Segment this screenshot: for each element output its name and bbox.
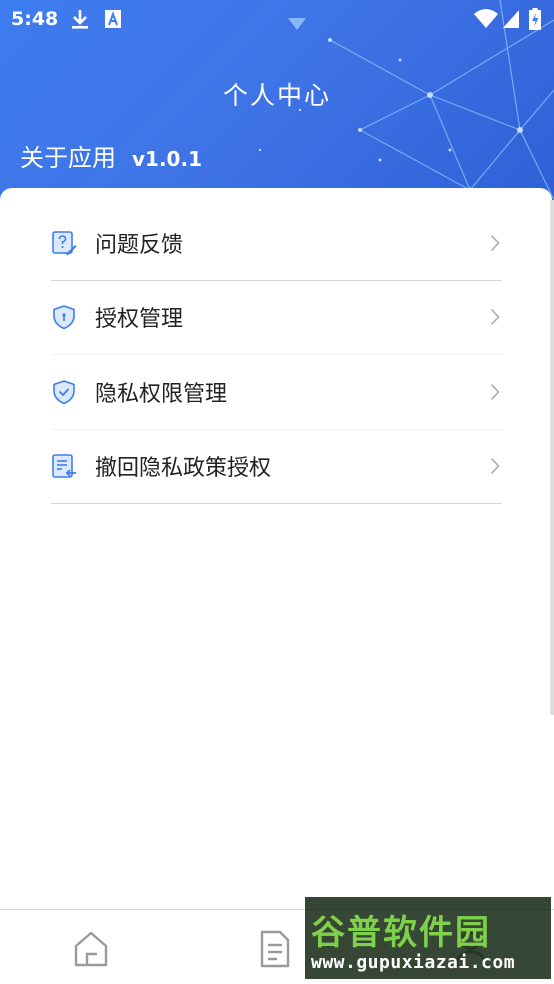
shield-check-icon	[53, 379, 75, 405]
wifi-icon	[474, 9, 498, 28]
signal-icon	[503, 10, 519, 28]
menu-item-label: 授权管理	[95, 307, 184, 333]
a-notification-icon	[105, 10, 121, 28]
status-time: 5:48	[11, 8, 59, 30]
menu-item-feedback[interactable]: 问题反馈	[51, 206, 502, 281]
menu-item-privacy-permissions[interactable]: 隐私权限管理	[51, 355, 502, 430]
battery-icon	[529, 8, 541, 30]
document-icon[interactable]	[258, 930, 290, 968]
menu-item-revoke-privacy[interactable]: 撤回隐私政策授权	[51, 430, 502, 504]
menu-item-label: 问题反馈	[95, 232, 184, 258]
scrollbar[interactable]	[550, 200, 554, 715]
shield-icon	[53, 305, 75, 330]
chevron-right-icon	[490, 458, 500, 475]
watermark-title: 谷普软件园	[311, 913, 491, 953]
app-version: v1.0.1	[132, 147, 202, 171]
menu-item-label: 隐私权限管理	[95, 381, 228, 407]
about-app-label: 关于应用	[20, 144, 116, 172]
revoke-document-icon	[52, 454, 76, 479]
download-icon	[72, 10, 88, 29]
page-title: 个人中心	[222, 81, 331, 110]
watermark-url: www.gupuxiazai.com	[311, 952, 516, 973]
feedback-icon	[52, 230, 77, 256]
menu-item-authorization[interactable]: 授权管理	[51, 281, 502, 355]
watermark-logo: 谷普软件园 www.gupuxiazai.com	[305, 897, 551, 979]
about-app[interactable]: 关于应用 v1.0.1	[20, 138, 202, 173]
menu-item-label: 撤回隐私政策授权	[95, 456, 272, 482]
home-icon[interactable]	[73, 930, 109, 968]
chevron-right-icon	[490, 234, 500, 251]
chevron-right-icon	[490, 383, 500, 400]
header-banner: 5:48 个人中心 关于应用 v1.0.1	[0, 0, 554, 215]
chevron-right-icon	[490, 309, 500, 326]
status-bar: 5:48	[0, 0, 554, 38]
settings-menu: 问题反馈 授权管理 隐私权限管理 撤回隐私政策授权	[51, 206, 502, 504]
